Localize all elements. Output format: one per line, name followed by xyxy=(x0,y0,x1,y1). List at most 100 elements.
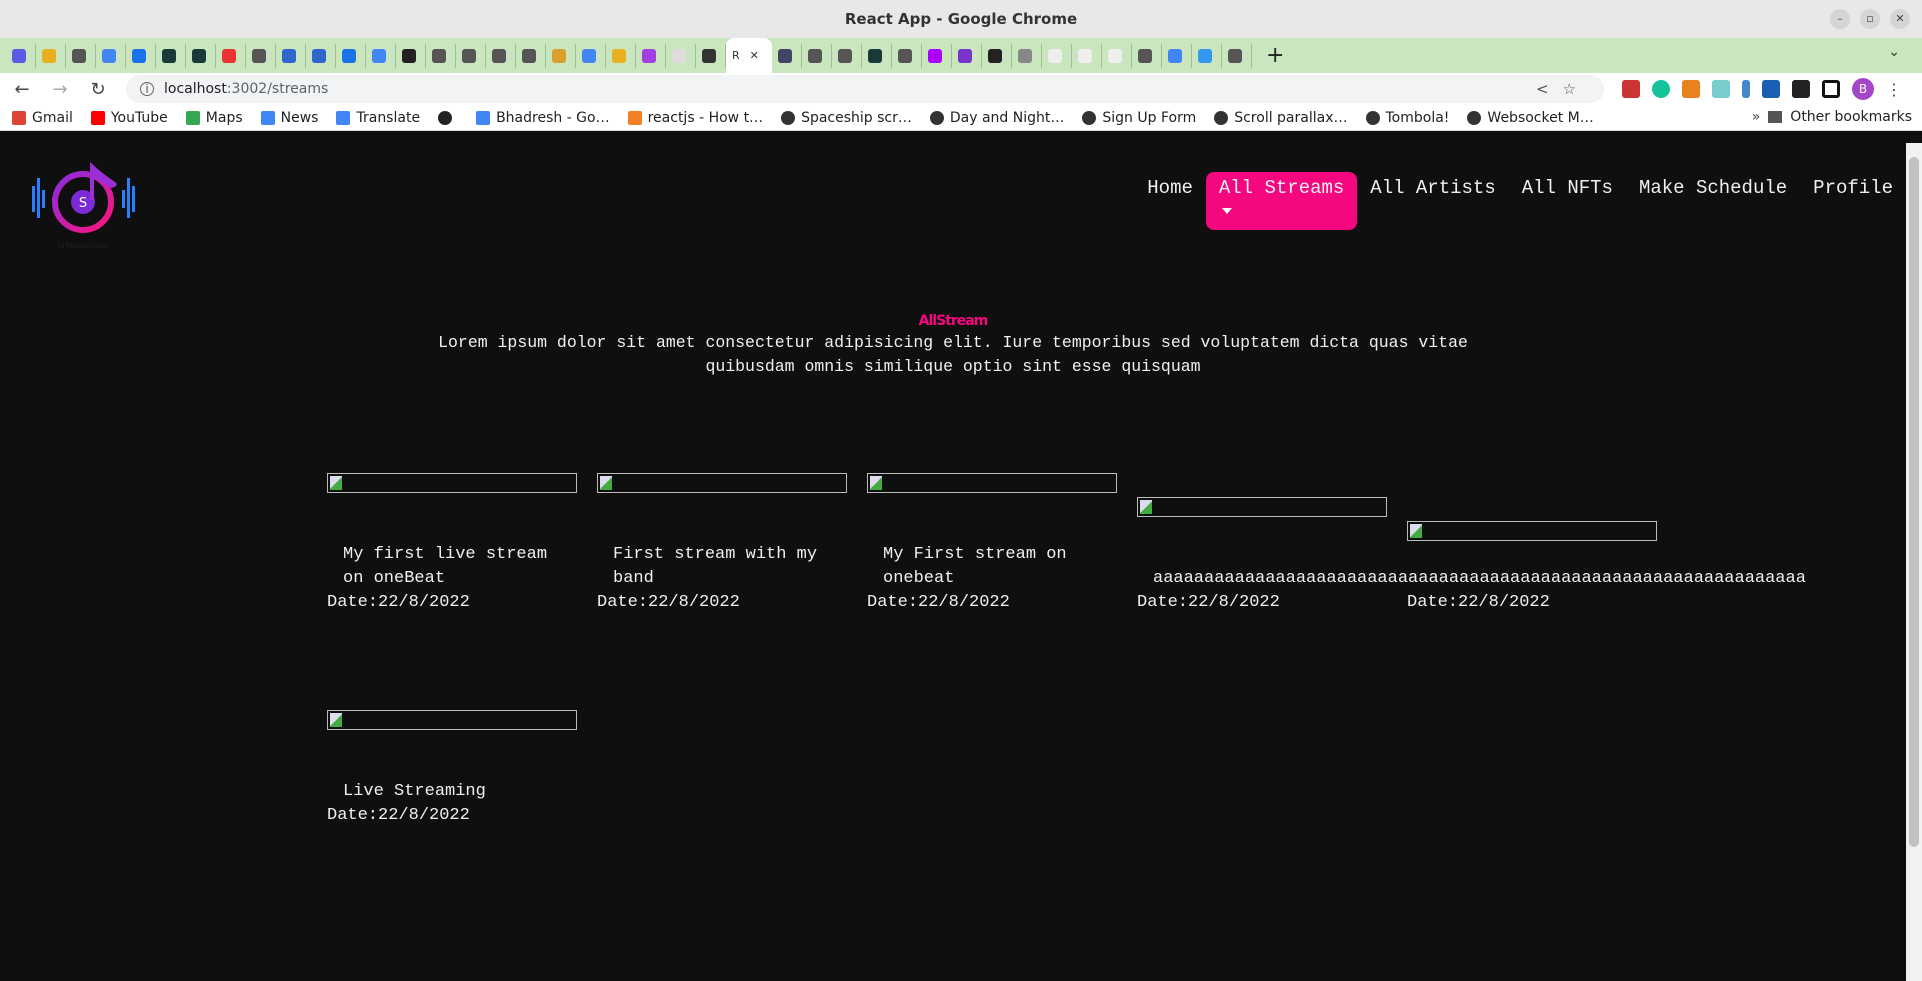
site-info-icon[interactable]: i xyxy=(140,82,154,96)
bookmark-item[interactable]: Websocket M… xyxy=(1467,110,1594,126)
nav-all-artists[interactable]: All Artists xyxy=(1357,172,1508,230)
browser-tab[interactable] xyxy=(666,43,696,68)
new-tab-button[interactable]: + xyxy=(1266,43,1284,68)
browser-tab[interactable] xyxy=(1192,43,1222,68)
metamask-icon[interactable] xyxy=(1682,80,1700,98)
browser-tab[interactable] xyxy=(1072,43,1102,68)
reload-icon[interactable]: ↻ xyxy=(88,79,108,100)
bookmark-item[interactable]: News xyxy=(260,110,318,126)
browser-tab[interactable] xyxy=(606,43,636,68)
browser-tab[interactable] xyxy=(66,43,96,68)
nav-make-schedule[interactable]: Make Schedule xyxy=(1626,172,1800,230)
stream-card[interactable]: Live Streaming Date:22/8/2022 xyxy=(327,710,577,828)
browser-tab[interactable] xyxy=(546,43,576,68)
bookmark-item[interactable]: Maps xyxy=(185,110,243,126)
browser-tab[interactable] xyxy=(306,43,336,68)
extensions-puzzle-icon[interactable] xyxy=(1792,80,1810,98)
stream-thumbnail-broken-image[interactable] xyxy=(1407,521,1657,541)
profile-avatar[interactable]: B xyxy=(1852,78,1874,100)
stream-thumbnail-broken-image[interactable] xyxy=(327,473,577,493)
browser-tab[interactable] xyxy=(486,43,516,68)
browser-tab[interactable] xyxy=(126,43,156,68)
browser-tab[interactable] xyxy=(802,43,832,68)
bookmark-item[interactable]: Sign Up Form xyxy=(1082,110,1196,126)
browser-tab[interactable] xyxy=(576,43,606,68)
nav-home[interactable]: Home xyxy=(1134,172,1206,230)
browser-tab[interactable] xyxy=(862,43,892,68)
bookmark-item[interactable]: Translate xyxy=(336,110,420,126)
browser-tab[interactable] xyxy=(186,43,216,68)
side-panel-icon[interactable] xyxy=(1822,80,1840,98)
browser-tab[interactable] xyxy=(1042,43,1072,68)
bookmark-item[interactable]: Scroll parallax… xyxy=(1214,110,1348,126)
stream-card[interactable]: First stream with my band Date:22/8/2022 xyxy=(597,473,847,615)
bookmark-item[interactable] xyxy=(438,110,458,125)
browser-tab[interactable] xyxy=(156,43,186,68)
grammarly-icon[interactable] xyxy=(1652,80,1670,98)
scrollbar-thumb[interactable] xyxy=(1909,157,1919,847)
forward-icon[interactable]: → xyxy=(50,79,70,100)
stream-thumbnail-broken-image[interactable] xyxy=(867,473,1117,493)
browser-tab[interactable] xyxy=(892,43,922,68)
bookmark-item[interactable]: Day and Night… xyxy=(929,110,1064,126)
browser-tab[interactable] xyxy=(772,43,802,68)
browser-tab[interactable] xyxy=(832,43,862,68)
browser-tab[interactable] xyxy=(36,43,66,68)
browser-tab[interactable] xyxy=(952,43,982,68)
browser-tab[interactable] xyxy=(1012,43,1042,68)
stream-thumbnail-broken-image[interactable] xyxy=(1137,497,1387,517)
browser-tab[interactable] xyxy=(396,43,426,68)
menu-kebab-icon[interactable]: ⋮ xyxy=(1886,80,1902,99)
maximize-button[interactable]: ▫ xyxy=(1860,9,1880,29)
browser-tab[interactable] xyxy=(6,43,36,68)
browser-tab[interactable] xyxy=(636,43,666,68)
nav-all-streams[interactable]: All Streams xyxy=(1205,172,1358,230)
nav-profile[interactable]: Profile xyxy=(1800,172,1906,230)
browser-tab[interactable] xyxy=(246,43,276,68)
bookmark-item[interactable]: Spaceship scr… xyxy=(781,110,912,126)
extension-icon[interactable] xyxy=(1762,80,1780,98)
bookmark-star-icon[interactable]: ☆ xyxy=(1563,80,1590,98)
bookmark-item[interactable]: Bhadresh - Go… xyxy=(476,110,610,126)
stream-thumbnail-broken-image[interactable] xyxy=(597,473,847,493)
browser-tab-active[interactable]: R ✕ xyxy=(726,38,772,73)
nav-all-nfts[interactable]: All NFTs xyxy=(1509,172,1626,230)
streamscream-logo[interactable]: S STREAMSCREAM xyxy=(30,160,145,265)
browser-tab[interactable] xyxy=(336,43,366,68)
browser-tab[interactable] xyxy=(982,43,1012,68)
close-window-button[interactable]: ✕ xyxy=(1890,9,1910,29)
browser-tab[interactable] xyxy=(366,43,396,68)
page-scrollbar[interactable] xyxy=(1906,143,1922,981)
browser-tab[interactable] xyxy=(1132,43,1162,68)
stream-card[interactable]: My first live stream on oneBeat Date:22/8… xyxy=(327,473,577,615)
extension-icon[interactable] xyxy=(1742,80,1750,98)
browser-tab[interactable] xyxy=(1102,43,1132,68)
browser-tab[interactable] xyxy=(96,43,126,68)
share-icon[interactable]: < xyxy=(1536,80,1563,98)
minimize-button[interactable]: – xyxy=(1830,9,1850,29)
bookmark-item[interactable]: Tombola! xyxy=(1365,110,1449,126)
stream-card[interactable]: aaaaaaaaaaaaaaaaaaaaaaaaaaaaaaaaaaaaaaaa… xyxy=(1137,497,1806,615)
browser-tab[interactable] xyxy=(426,43,456,68)
address-bar[interactable]: i localhost:3002/streams <☆ xyxy=(126,75,1604,103)
bookmark-item[interactable]: reactjs - How t… xyxy=(627,110,763,126)
browser-tab[interactable] xyxy=(1162,43,1192,68)
browser-tab[interactable] xyxy=(922,43,952,68)
bookmark-item[interactable]: Gmail xyxy=(12,110,73,126)
bookmark-item[interactable]: YouTube xyxy=(90,110,168,126)
browser-tab[interactable] xyxy=(216,43,246,68)
tab-search-icon[interactable]: ⌄ xyxy=(1888,44,1900,60)
stream-card[interactable]: Date:22/8/2022 xyxy=(1407,521,1657,615)
browser-tab[interactable] xyxy=(696,43,726,68)
stream-card[interactable]: My First stream on onebeat Date:22/8/2022 xyxy=(867,473,1117,615)
back-icon[interactable]: ← xyxy=(12,79,32,100)
extension-icon[interactable] xyxy=(1712,80,1730,98)
browser-tab[interactable] xyxy=(276,43,306,68)
stream-thumbnail-broken-image[interactable] xyxy=(327,710,577,730)
browser-tab[interactable] xyxy=(516,43,546,68)
browser-tab[interactable] xyxy=(1222,43,1252,68)
tab-close-icon[interactable]: ✕ xyxy=(750,49,759,62)
extension-icon[interactable] xyxy=(1622,80,1640,98)
other-bookmarks[interactable]: » Other bookmarks xyxy=(1752,109,1912,125)
browser-tab[interactable] xyxy=(456,43,486,68)
